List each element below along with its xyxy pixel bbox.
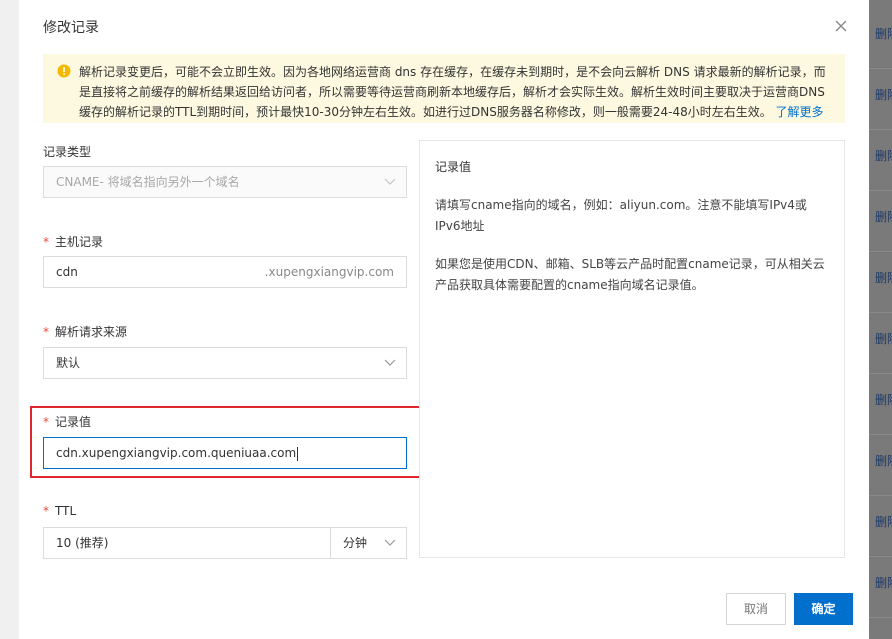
chevron-down-icon [384, 539, 396, 546]
background-delete-link: 删除 [875, 210, 892, 224]
dialog-title: 修改记录 [43, 20, 99, 36]
chevron-down-icon [384, 359, 396, 366]
notice-text: 解析记录变更后，可能不会立即生效。因为各地网络运营商 dns 存在缓存，在缓存未… [79, 65, 826, 119]
background-row-divider [869, 68, 892, 69]
request-source-label: * 解析请求来源 [43, 325, 128, 339]
required-mark: * [43, 504, 49, 518]
host-record-label: * 主机记录 [43, 235, 104, 249]
help-panel: 记录值 请填写cname指向的域名，例如：aliyun.com。注意不能填写IP… [419, 140, 845, 558]
ttl-value: 10 (推荐) [56, 536, 109, 550]
ttl-unit-value: 分钟 [343, 536, 368, 550]
background-delete-link: 删除 [875, 332, 892, 346]
background-delete-link: 删除 [875, 515, 892, 529]
text-caret [297, 446, 299, 461]
close-icon[interactable] [833, 18, 849, 34]
background-row-divider [869, 495, 892, 496]
help-paragraph-1: 请填写cname指向的域名，例如：aliyun.com。注意不能填写IPv4或I… [435, 198, 807, 233]
required-mark: * [43, 235, 49, 249]
record-value-text: cdn.xupengxiangvip.com.queniuaa.com [56, 446, 297, 460]
background-delete-link: 删除 [875, 576, 892, 590]
background-page-left [0, 0, 19, 639]
background-page-right: 删除删除删除删除删除删除删除删除删除删除 [869, 0, 892, 639]
confirm-button[interactable]: 确定 [794, 593, 853, 625]
edit-record-dialog: 修改记录 解析记录变更后，可能不会立即生效。因为各地网络运营商 dns 存在缓存… [19, 0, 869, 639]
background-row-divider [869, 434, 892, 435]
background-row-divider [869, 312, 892, 313]
background-delete-link: 删除 [875, 88, 892, 102]
notice-banner: 解析记录变更后，可能不会立即生效。因为各地网络运营商 dns 存在缓存，在缓存未… [43, 54, 845, 123]
learn-more-link[interactable]: 了解更多 [776, 105, 824, 119]
ttl-input[interactable]: 10 (推荐) [43, 527, 331, 559]
ttl-unit-select[interactable]: 分钟 [330, 527, 407, 559]
cancel-button[interactable]: 取消 [726, 593, 786, 625]
background-delete-link: 删除 [875, 149, 892, 163]
help-paragraph-2: 如果您是使用CDN、邮箱、SLB等云产品时配置cname记录，可从相关云产品获取… [435, 257, 825, 292]
background-row-divider [869, 617, 892, 618]
host-record-input[interactable]: cdn .xupengxiangvip.com [43, 256, 407, 288]
domain-suffix: .xupengxiangvip.com [264, 265, 394, 279]
background-row-divider [869, 251, 892, 252]
background-delete-link: 删除 [875, 271, 892, 285]
request-source-value: 默认 [56, 356, 81, 370]
help-title: 记录值 [435, 160, 472, 174]
background-delete-link: 删除 [875, 454, 892, 468]
background-delete-link: 删除 [875, 393, 892, 407]
ttl-label: * TTL [43, 504, 77, 518]
required-mark: * [43, 415, 49, 429]
warning-icon [57, 64, 71, 78]
background-delete-link: 删除 [875, 27, 892, 41]
record-type-select[interactable]: CNAME- 将域名指向另外一个域名 [43, 166, 407, 198]
background-row-divider [869, 556, 892, 557]
host-record-value: cdn [56, 265, 78, 279]
request-source-select[interactable]: 默认 [43, 347, 407, 379]
record-type-label: 记录类型 [43, 145, 92, 159]
required-mark: * [43, 325, 49, 339]
chevron-down-icon [384, 178, 396, 185]
background-row-divider [869, 129, 892, 130]
record-type-value: CNAME- 将域名指向另外一个域名 [56, 175, 240, 189]
record-value-label: * 记录值 [43, 415, 92, 429]
background-row-divider [869, 190, 892, 191]
record-value-input[interactable]: cdn.xupengxiangvip.com.queniuaa.com [43, 437, 407, 469]
background-row-divider [869, 373, 892, 374]
